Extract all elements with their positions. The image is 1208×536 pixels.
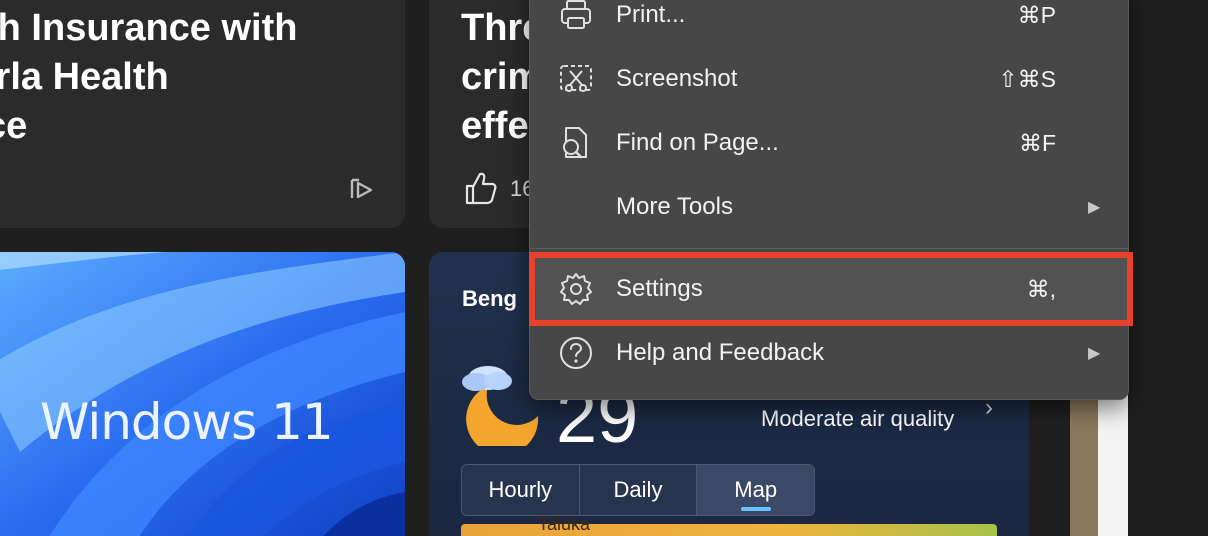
tab-map[interactable]: Map [697, 465, 815, 515]
menu-item-shortcut: ⌘P [1017, 1, 1056, 28]
menu-item-shortcut: ⌘F [1018, 129, 1056, 156]
screenshot-icon [560, 65, 592, 92]
weather-city: Beng [462, 286, 517, 311]
menu-separator [530, 248, 1128, 249]
tab-hourly[interactable]: Hourly [462, 465, 580, 515]
settings-highlight-box [529, 252, 1133, 326]
menu-item-shortcut: ⇧⌘S [998, 65, 1056, 92]
menu-item-find-on-page[interactable]: Find on Page... ⌘F [530, 111, 1128, 175]
menu-item-help-and-feedback[interactable]: Help and Feedback ▶ [530, 321, 1128, 385]
map-place-label: Taluka [538, 514, 591, 534]
menu-item-label: Screenshot [616, 65, 738, 92]
tab-daily[interactable]: Daily [580, 465, 698, 515]
adjacent-card-image[interactable] [1070, 395, 1098, 536]
headline-line: irla Health [0, 56, 169, 98]
menu-item-screenshot[interactable]: Screenshot ⇧⌘S [530, 47, 1128, 111]
adjacent-panel [1098, 395, 1128, 536]
air-quality-label[interactable]: Moderate air quality [761, 406, 954, 432]
menu-item-print[interactable]: Print... ⌘P [530, 0, 1128, 47]
headline-line: ce [0, 105, 28, 147]
menu-item-label: Print... [616, 1, 686, 28]
menu-item-label: Help and Feedback [616, 339, 825, 366]
thumbs-up-icon[interactable] [464, 170, 498, 206]
help-icon [560, 337, 592, 369]
submenu-arrow-icon: ▶ [1088, 199, 1101, 216]
submenu-arrow-icon: ▶ [1088, 345, 1101, 362]
menu-item-label: More Tools [616, 193, 733, 220]
printer-icon [561, 0, 591, 29]
menu-item-label: Find on Page... [616, 129, 779, 156]
news-headline-insurance[interactable]: th Insurance with irla Health ce [0, 4, 297, 151]
sponsored-ad-icon[interactable] [347, 175, 375, 203]
menu-item-more-tools[interactable]: More Tools ▶ [530, 175, 1128, 239]
headline-line: th Insurance with [0, 7, 298, 49]
windows-11-logo-text: Windows 11 [40, 393, 334, 451]
find-on-page-icon [563, 127, 587, 159]
weather-tabs: Hourly Daily Map [461, 464, 815, 516]
